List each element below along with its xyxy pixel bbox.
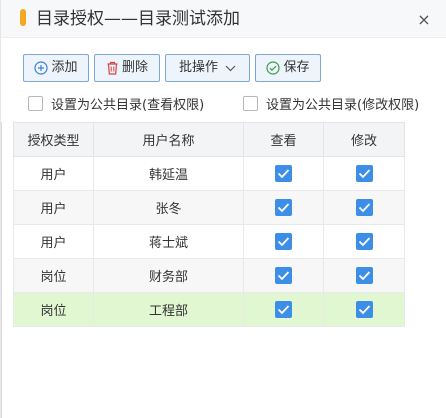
table-row[interactable]: 用户 张冬 <box>13 190 405 225</box>
authorization-table: 授权类型 用户名称 查看 修改 用户 韩延温 用户 张冬 用户 蒋士斌 岗位 财… <box>13 122 405 327</box>
add-button[interactable]: 添加 <box>23 54 89 82</box>
public-edit-label: 设置为公共目录(修改权限) <box>266 97 420 113</box>
cell-view <box>243 224 324 259</box>
edit-checkbox[interactable] <box>355 165 373 182</box>
header-view[interactable]: 查看 <box>243 122 324 157</box>
table-row-selected[interactable]: 岗位 工程部 <box>13 292 405 327</box>
edit-checkbox[interactable] <box>355 199 373 216</box>
view-checkbox[interactable] <box>275 165 292 182</box>
cell-auth-type: 用户 <box>13 190 94 225</box>
check-circle-icon <box>266 61 281 75</box>
table-row[interactable]: 岗位 财务部 <box>13 258 405 293</box>
cell-view <box>243 190 324 225</box>
trash-icon <box>106 61 119 75</box>
view-checkbox[interactable] <box>275 301 292 318</box>
add-button-label: 添加 <box>51 60 78 75</box>
title-accent-bar <box>20 9 26 26</box>
cell-user-name: 韩延温 <box>93 156 244 191</box>
public-view-option[interactable]: 设置为公共目录(查看权限) <box>28 93 204 113</box>
public-edit-option[interactable]: 设置为公共目录(修改权限) <box>243 93 419 113</box>
cell-view <box>243 292 324 327</box>
dialog-titlebar: 目录授权——目录测试添加 × <box>1 0 446 38</box>
cell-edit <box>323 190 405 225</box>
cell-user-name: 工程部 <box>93 292 244 327</box>
batch-operation-label: 批操作 <box>178 60 218 75</box>
cell-edit <box>323 258 405 293</box>
authorization-dialog: 目录授权——目录测试添加 × 添加 删除 批操作 保存 设置为公共目录(查看权限… <box>0 0 446 418</box>
delete-button[interactable]: 删除 <box>94 54 160 82</box>
cell-auth-type: 用户 <box>13 224 94 259</box>
cell-view <box>243 156 324 191</box>
header-auth-type[interactable]: 授权类型 <box>13 122 94 157</box>
cell-edit <box>323 224 405 259</box>
table-row[interactable]: 用户 蒋士斌 <box>13 224 405 259</box>
cell-auth-type: 岗位 <box>13 292 94 327</box>
save-button-label: 保存 <box>283 60 310 75</box>
edit-checkbox[interactable] <box>355 233 373 250</box>
cell-user-name: 财务部 <box>93 258 244 293</box>
view-checkbox[interactable] <box>275 199 292 216</box>
close-button[interactable]: × <box>415 10 433 30</box>
cell-user-name: 蒋士斌 <box>93 224 244 259</box>
save-button[interactable]: 保存 <box>255 54 321 82</box>
cell-auth-type: 岗位 <box>13 258 94 293</box>
delete-button-label: 删除 <box>121 60 148 75</box>
batch-operation-dropdown[interactable]: 批操作 <box>165 54 250 82</box>
header-edit[interactable]: 修改 <box>323 122 405 157</box>
public-view-checkbox[interactable] <box>28 95 43 111</box>
cell-edit <box>323 292 405 327</box>
left-divider <box>1 122 2 418</box>
cell-edit <box>323 156 405 191</box>
chevron-down-icon <box>225 65 236 72</box>
plus-circle-icon <box>34 61 49 75</box>
edit-checkbox[interactable] <box>355 301 373 318</box>
header-user-name[interactable]: 用户名称 <box>93 122 244 157</box>
cell-user-name: 张冬 <box>93 190 244 225</box>
view-checkbox[interactable] <box>275 233 292 250</box>
dialog-title: 目录授权——目录测试添加 <box>36 9 240 29</box>
view-checkbox[interactable] <box>275 267 292 284</box>
cell-auth-type: 用户 <box>13 156 94 191</box>
table-row[interactable]: 用户 韩延温 <box>13 156 405 191</box>
cell-view <box>243 258 324 293</box>
public-edit-checkbox[interactable] <box>243 95 258 111</box>
public-view-label: 设置为公共目录(查看权限) <box>51 97 205 113</box>
edit-checkbox[interactable] <box>355 267 373 284</box>
table-header-row: 授权类型 用户名称 查看 修改 <box>13 122 405 157</box>
